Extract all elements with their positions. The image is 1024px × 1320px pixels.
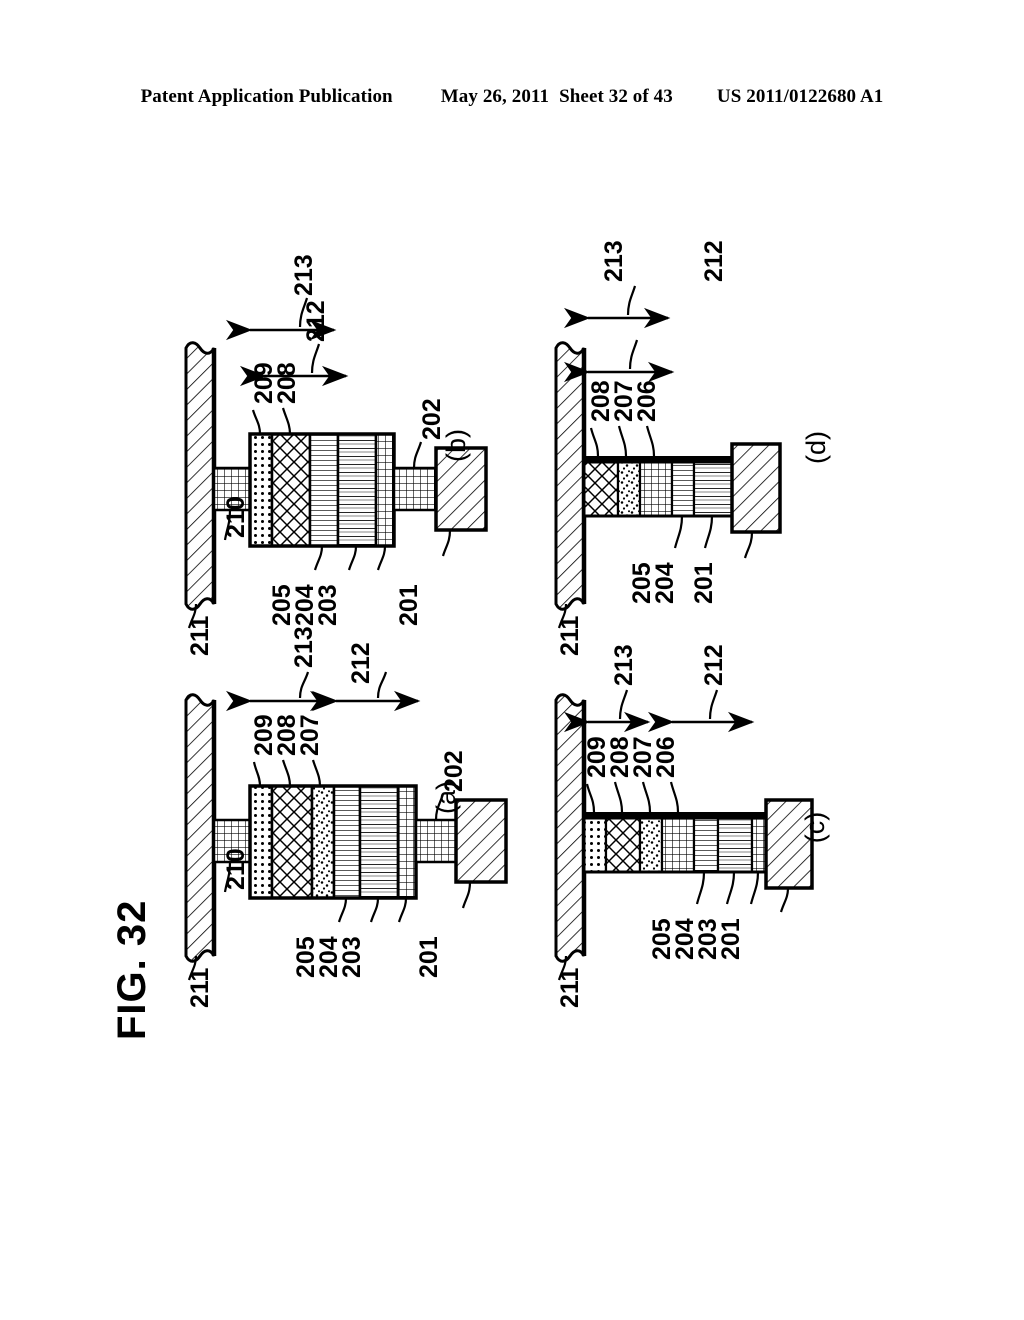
layer-205-panel-b xyxy=(308,432,340,548)
figure-drawing xyxy=(184,285,814,981)
layer-stack-panel-d xyxy=(582,456,736,518)
base-201-panel-a xyxy=(454,798,508,884)
ref-201-panel-a: 201 xyxy=(415,936,443,978)
layer-205-panel-a xyxy=(332,784,362,900)
panel-letter-d: (d) xyxy=(801,431,831,464)
leader-lines-top-panel-a xyxy=(252,759,322,787)
dim-label-212-panel-d: 212 xyxy=(700,240,728,282)
layer-204-panel-c xyxy=(716,816,754,874)
base-201-panel-d xyxy=(730,442,782,534)
leader-lines-top-panel-d xyxy=(589,425,656,457)
ref-202-panel-b: 202 xyxy=(418,398,446,440)
layer-208-panel-b xyxy=(270,432,312,548)
ref-207-panel-a: 207 xyxy=(296,714,324,756)
ref-210-panel-a: 210 xyxy=(222,848,250,890)
leader-201-panel-b xyxy=(441,529,452,557)
ref-203-panel-b: 203 xyxy=(314,584,342,626)
ref-210-panel-b: 210 xyxy=(222,496,250,538)
substrate-211-panel-c xyxy=(554,693,587,963)
layer-207-panel-a xyxy=(310,784,336,900)
dim-label-213-panel-d: 213 xyxy=(600,240,628,282)
leader-lines-top-panel-c xyxy=(585,781,680,813)
layer-204-panel-a xyxy=(358,784,400,900)
dim-label-213-panel-c: 213 xyxy=(610,644,638,686)
ref-203-panel-a: 203 xyxy=(338,936,366,978)
ref-206-panel-d: 206 xyxy=(633,380,661,422)
substrate-211-panel-a xyxy=(184,693,217,963)
layer-209-panel-a xyxy=(248,784,274,900)
ref-204-panel-d: 204 xyxy=(651,562,679,604)
panel-letter-c: (c) xyxy=(800,811,831,844)
ref-211-panel-d: 211 xyxy=(556,615,584,656)
dim-label-212-panel-a: 212 xyxy=(347,642,375,684)
ref-211-panel-a: 211 xyxy=(186,967,214,1008)
leader-202-panel-b xyxy=(412,441,423,469)
dim-label-213-panel-a: 213 xyxy=(290,626,318,668)
dimension-arrows-panel-a xyxy=(226,671,421,712)
dimension-arrows-panel-c xyxy=(564,689,755,733)
electrode-202-panel-a xyxy=(414,818,458,864)
dim-label-212-panel-b: 212 xyxy=(302,300,330,342)
leader-201-panel-a xyxy=(461,881,472,909)
layer-203-panel-c xyxy=(750,816,768,874)
panel-b xyxy=(184,297,488,629)
ref-211-panel-c: 211 xyxy=(556,967,584,1008)
layer-206-panel-c xyxy=(660,816,696,874)
leader-lines-bottom-panel-b xyxy=(313,545,387,571)
electrode-202-panel-b xyxy=(392,466,438,512)
ref-202-panel-a: 202 xyxy=(440,750,468,792)
layer-204-panel-d xyxy=(692,460,734,518)
layer-208-panel-a xyxy=(270,784,314,900)
substrate-211-panel-b xyxy=(184,341,217,611)
layer-209-panel-b xyxy=(248,432,274,548)
ref-201-panel-c: 201 xyxy=(717,918,745,960)
layer-204-panel-b xyxy=(336,432,378,548)
layer-208-panel-c xyxy=(604,816,642,874)
leader-lines-bottom-panel-a xyxy=(337,897,408,923)
layer-203-panel-b xyxy=(374,432,396,548)
ref-201-panel-b: 201 xyxy=(395,584,423,626)
ref-206-panel-c: 206 xyxy=(652,736,680,778)
ref-201-panel-d: 201 xyxy=(690,562,718,604)
substrate-211-panel-d xyxy=(554,341,587,611)
layer-stack-panel-a xyxy=(248,784,418,900)
layer-stack-panel-b xyxy=(248,432,396,548)
dim-label-212-panel-c: 212 xyxy=(700,644,728,686)
layer-stack-panel-c xyxy=(582,812,770,874)
dim-label-213-panel-b: 213 xyxy=(290,254,318,296)
layer-205-panel-c xyxy=(692,816,720,874)
ref-208-panel-b: 208 xyxy=(273,362,301,404)
panel-a xyxy=(184,671,508,981)
leader-lines-top-panel-b xyxy=(251,407,292,435)
ref-211-panel-b: 211 xyxy=(186,615,214,656)
layer-206-panel-d xyxy=(638,460,674,518)
layer-203-panel-a xyxy=(396,784,418,900)
layer-205-panel-d xyxy=(670,460,696,518)
dimension-arrows-panel-d xyxy=(564,285,675,383)
layer-209-panel-c xyxy=(582,816,608,874)
layer-208-panel-d xyxy=(582,460,620,518)
layer-207-panel-c xyxy=(638,816,664,874)
layer-207-panel-d xyxy=(616,460,642,518)
